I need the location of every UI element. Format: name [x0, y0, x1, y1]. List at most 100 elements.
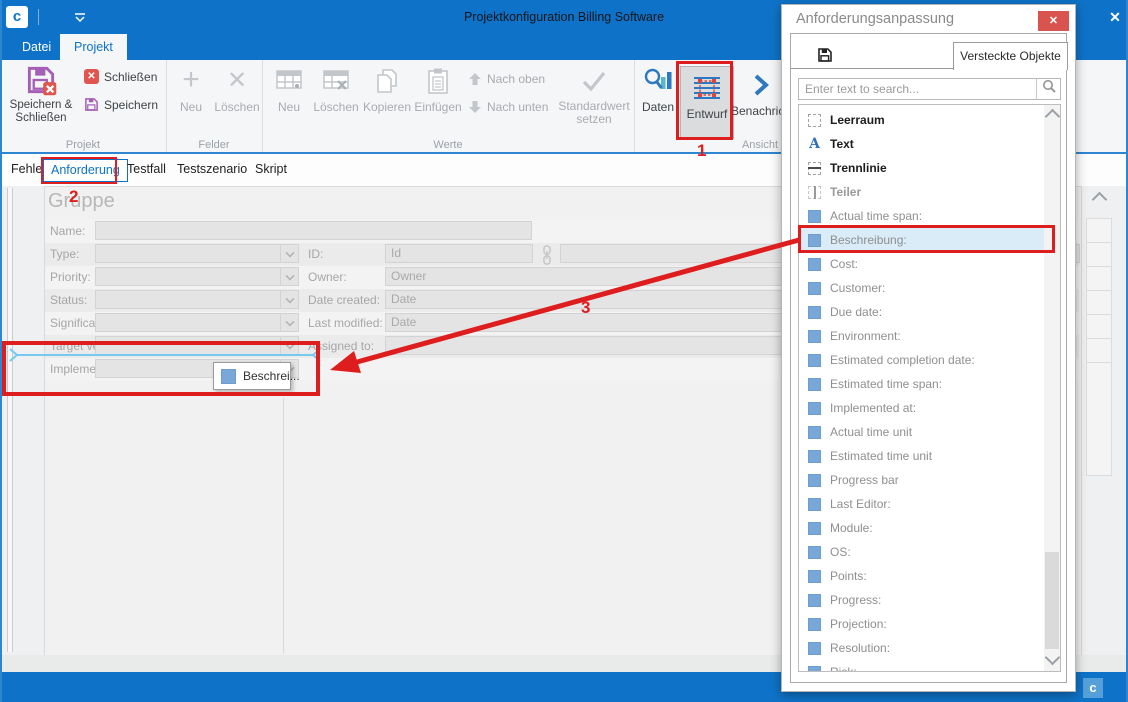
search-input[interactable]: Enter text to search... [798, 78, 1061, 100]
panel-field-item[interactable]: Risk: [799, 660, 1044, 672]
panel-field-item[interactable]: Resolution: [799, 636, 1044, 660]
type-combobox[interactable] [95, 244, 299, 263]
save-and-close-button[interactable]: Speichern & Schließen [4, 64, 78, 125]
tab-versteckte-objekte[interactable]: Versteckte Objekte [953, 42, 1068, 70]
tab-testfall[interactable]: Testfall [120, 159, 173, 180]
panel-field-item[interactable]: Teiler [799, 180, 1044, 204]
status-combobox[interactable] [95, 290, 299, 309]
id-label: ID: [308, 243, 323, 266]
panel-field-item[interactable]: Progress: [799, 588, 1044, 612]
save-layout-icon[interactable] [817, 47, 833, 63]
splitter-handle[interactable] [7, 188, 13, 652]
panel-field-item[interactable]: Actual time span: [799, 204, 1044, 228]
panel-field-item[interactable]: Last Editor: [799, 492, 1044, 516]
panel-field-list: LeerraumATextTrennlinieTeilerActual time… [798, 104, 1061, 672]
panel-field-item-label: Module: [830, 521, 873, 535]
move-down-button[interactable]: Nach unten [468, 100, 548, 114]
search-button[interactable] [1036, 79, 1060, 99]
panel-field-item[interactable]: Points: [799, 564, 1044, 588]
save-button[interactable]: Speichern [84, 97, 158, 112]
field-icon [808, 282, 821, 295]
field-icon [808, 498, 821, 511]
toolbar-divider [791, 68, 953, 69]
window-close-button[interactable]: ✕ [1104, 7, 1126, 27]
notifications-icon [750, 70, 772, 100]
scroll-up-icon[interactable] [1045, 109, 1061, 125]
status-app-badge: c [1083, 678, 1103, 698]
splitter-icon [808, 186, 821, 199]
panel-field-item[interactable]: Trennlinie [799, 156, 1044, 180]
significance-combobox[interactable] [95, 313, 299, 332]
close-button[interactable]: ✕ Schließen [84, 69, 157, 84]
panel-field-item[interactable]: Leerraum [799, 108, 1044, 132]
scroll-down-icon[interactable] [1045, 650, 1061, 666]
table-add-icon [274, 66, 304, 96]
field-icon [808, 546, 821, 559]
field-icon [808, 330, 821, 343]
field-icon [221, 369, 236, 384]
panel-field-item[interactable]: Estimated time unit [799, 444, 1044, 468]
paste-icon [424, 66, 452, 96]
scrollbar-thumb[interactable] [1045, 552, 1059, 649]
panel-field-item[interactable]: Environment: [799, 324, 1044, 348]
panel-field-item[interactable]: Actual time unit [799, 420, 1044, 444]
chevron-down-icon[interactable] [280, 268, 298, 285]
field-delete-button[interactable]: ✕ Löschen [214, 66, 260, 114]
field-icon [808, 378, 821, 391]
panel-field-item-label: Customer: [830, 281, 885, 295]
move-up-button[interactable]: Nach oben [468, 72, 545, 86]
panel-field-item-label: Leerraum [830, 113, 885, 127]
panel-field-item-label: Projection: [830, 617, 887, 631]
data-search-icon [643, 66, 673, 96]
value-new-button[interactable]: Neu [268, 66, 310, 114]
chevron-down-icon[interactable] [280, 291, 298, 308]
window-left-border [0, 0, 2, 702]
close-red-icon: ✕ [84, 69, 99, 84]
owner-label: Owner: [308, 266, 347, 289]
panel-field-item-label: Trennlinie [830, 161, 887, 175]
panel-field-item[interactable]: Estimated completion date: [799, 348, 1044, 372]
panel-field-item-label: Due date: [830, 305, 882, 319]
panel-field-item[interactable]: Customer: [799, 276, 1044, 300]
field-icon [808, 306, 821, 319]
save-close-icon [25, 64, 57, 96]
panel-field-item[interactable]: Implemented at: [799, 396, 1044, 420]
field-icon [808, 450, 821, 463]
panel-field-item[interactable]: Module: [799, 516, 1044, 540]
panel-field-item[interactable]: OS: [799, 540, 1044, 564]
copy-button[interactable]: Kopieren [362, 66, 412, 114]
field-new-button[interactable]: + Neu [170, 66, 212, 114]
panel-field-item[interactable]: Cost: [799, 252, 1044, 276]
panel-field-item-label: Actual time unit [830, 425, 912, 439]
data-view-button[interactable]: Daten [638, 66, 678, 114]
panel-field-item[interactable]: Projection: [799, 612, 1044, 636]
tab-testszenario[interactable]: Testszenario [170, 159, 254, 180]
tab-skript[interactable]: Skript [248, 159, 294, 180]
panel-title: Anforderungsanpassung [796, 11, 954, 27]
scroll-up-icon[interactable] [1092, 192, 1108, 208]
id-field[interactable]: Id [385, 244, 533, 263]
ribbon-tab-projekt[interactable]: Projekt [60, 34, 127, 60]
field-icon [808, 234, 821, 247]
chevron-down-icon[interactable] [280, 245, 298, 262]
panel-field-item[interactable]: Beschreibung: [799, 228, 1044, 252]
name-field[interactable] [95, 221, 532, 240]
panel-field-item[interactable]: Estimated time span: [799, 372, 1044, 396]
value-delete-button[interactable]: Löschen [312, 66, 360, 114]
tab-anforderung[interactable]: Anforderung [43, 159, 128, 182]
panel-field-item[interactable]: Progress bar [799, 468, 1044, 492]
panel-field-item[interactable]: Due date: [799, 300, 1044, 324]
panel-close-button[interactable]: ✕ [1038, 11, 1069, 31]
field-icon [808, 570, 821, 583]
chevron-down-icon[interactable] [280, 314, 298, 331]
field-icon [808, 642, 821, 655]
ribbon-tab-datei[interactable]: Datei [8, 34, 65, 60]
panel-field-item[interactable]: AText [799, 132, 1044, 156]
link-chain-icon[interactable] [540, 245, 554, 265]
field-icon [808, 522, 821, 535]
list-scrollbar[interactable] [1044, 105, 1060, 671]
paste-button[interactable]: Einfügen [414, 66, 462, 114]
set-default-button[interactable]: Standardwert setzen [558, 66, 630, 126]
priority-combobox[interactable] [95, 267, 299, 286]
check-icon [581, 66, 607, 96]
